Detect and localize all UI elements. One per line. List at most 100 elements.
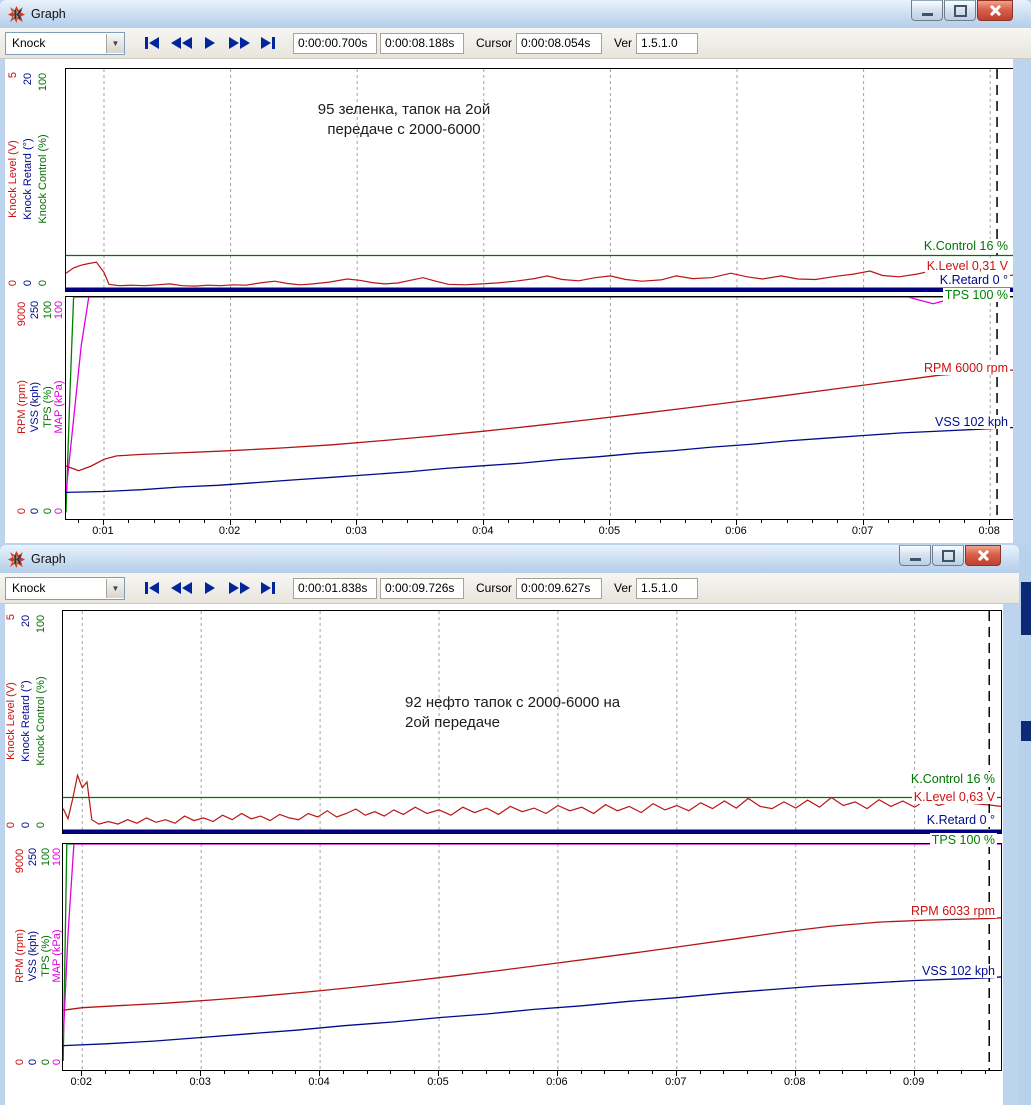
axis-max-value: 100 <box>42 301 54 319</box>
skip-to-start-button[interactable] <box>141 33 163 53</box>
skip-to-end-icon <box>261 582 271 594</box>
view-end-time-field[interactable]: 0:00:08.188s <box>380 33 464 54</box>
axis-label: VSS (kph) <box>29 382 41 432</box>
minor-tick <box>747 1070 748 1074</box>
minor-tick <box>939 519 940 523</box>
speed-plot[interactable] <box>62 843 1002 1071</box>
close-button[interactable] <box>977 0 1013 21</box>
minimize-button[interactable] <box>911 0 943 21</box>
maximize-icon <box>942 550 955 562</box>
channel-select[interactable]: Knock ▼ <box>5 32 125 55</box>
x-tick-label: 0:07 <box>852 525 873 537</box>
axis-min-value: 0 <box>37 280 49 286</box>
skip-to-start-button[interactable] <box>141 578 163 598</box>
minimize-button[interactable] <box>899 545 931 566</box>
minor-tick <box>964 519 965 523</box>
x-tick-label: 0:07 <box>665 1076 686 1088</box>
x-tick-label: 0:08 <box>978 525 999 537</box>
skip-to-start-icon <box>145 37 148 49</box>
maximize-icon <box>954 5 967 17</box>
rewind-icon <box>171 37 181 49</box>
chevron-down-icon[interactable]: ▼ <box>106 34 124 53</box>
knock-plot[interactable] <box>65 68 1015 292</box>
axis-min-value: 0 <box>5 822 17 828</box>
play-button[interactable] <box>199 578 221 598</box>
fast-forward-icon <box>229 37 239 49</box>
annotation-line: 95 зеленка, тапок на 2ой <box>293 100 515 120</box>
minor-tick <box>331 519 332 523</box>
rewind-button[interactable] <box>170 33 192 53</box>
minor-tick <box>533 1070 534 1074</box>
minor-tick <box>509 1070 510 1074</box>
minor-tick <box>890 1070 891 1074</box>
fast-forward-button[interactable] <box>228 578 250 598</box>
minor-tick <box>414 1070 415 1074</box>
app-icon <box>8 6 25 23</box>
axis-min-value: 0 <box>40 1059 52 1065</box>
x-tick-label: 0:04 <box>308 1076 329 1088</box>
maximize-button[interactable] <box>932 545 964 566</box>
axis-min-value: 0 <box>42 508 54 514</box>
axis-max-value: 5 <box>7 72 19 78</box>
axis-min-value: 0 <box>29 508 41 514</box>
x-tick-label: 0:06 <box>546 1076 567 1088</box>
minor-tick <box>812 519 813 523</box>
axis-min-value: 0 <box>7 280 19 286</box>
minor-tick <box>700 1070 701 1074</box>
minor-tick <box>78 519 79 523</box>
channel-select[interactable]: Knock ▼ <box>5 577 125 600</box>
minor-tick <box>367 1070 368 1074</box>
annotation-line: 92 нефто тапок с 2000-6000 на <box>405 693 695 713</box>
minor-tick <box>628 1070 629 1074</box>
close-button[interactable] <box>965 545 1001 566</box>
play-icon <box>205 37 215 49</box>
minor-tick <box>255 519 256 523</box>
minimize-icon <box>922 13 933 16</box>
skip-to-end-button[interactable] <box>257 578 279 598</box>
minor-tick <box>787 519 788 523</box>
minor-tick <box>533 519 534 523</box>
axis-max-value: 100 <box>37 73 49 91</box>
fast-forward-button[interactable] <box>228 33 250 53</box>
speed-plot[interactable] <box>65 296 1015 520</box>
x-tick-label: 0:05 <box>599 525 620 537</box>
minor-tick <box>604 1070 605 1074</box>
maximize-button[interactable] <box>944 0 976 21</box>
view-end-time-field[interactable]: 0:00:09.726s <box>380 578 464 599</box>
app-icon <box>8 551 25 568</box>
series-VSS <box>66 428 1014 493</box>
skip-to-end-button[interactable] <box>257 33 279 53</box>
minor-tick <box>635 519 636 523</box>
minor-tick <box>837 519 838 523</box>
rewind-button[interactable] <box>170 578 192 598</box>
axis-min-value: 0 <box>22 280 34 286</box>
series-RPM <box>63 918 1001 1010</box>
background-navy-block <box>1021 721 1031 741</box>
view-start-time-field[interactable]: 0:00:01.838s <box>293 578 377 599</box>
minor-tick <box>343 1070 344 1074</box>
toolbar: Knock ▼ 0:00:01.838s 0:00:09.726s Cursor… <box>0 573 1019 604</box>
annotation-line: 2ой передаче <box>405 713 695 733</box>
x-tick-label: 0:03 <box>345 525 366 537</box>
axis-label: Knock Level (V) <box>7 140 19 218</box>
annotation-line: передаче с 2000-6000 <box>293 120 515 140</box>
x-tick-label: 0:01 <box>92 525 113 537</box>
axis-label: TPS (%) <box>42 386 54 428</box>
window-title: Graph <box>31 7 66 21</box>
cursor-time-field[interactable]: 0:00:08.054s <box>516 33 602 54</box>
channel-select-value: Knock <box>12 36 45 50</box>
view-start-time-field[interactable]: 0:00:00.700s <box>293 33 377 54</box>
cursor-time-field[interactable]: 0:00:09.627s <box>516 578 602 599</box>
x-tick-label: 0:05 <box>427 1076 448 1088</box>
minor-tick <box>888 519 889 523</box>
graph-window-1: 95 зеленка, тапок на 2ой передаче с 2000… <box>0 0 1031 545</box>
minor-tick <box>154 519 155 523</box>
play-button[interactable] <box>199 33 221 53</box>
minor-tick <box>179 519 180 523</box>
minor-tick <box>711 519 712 523</box>
x-tick-label: 0:09 <box>903 1076 924 1088</box>
skip-to-end-icon <box>261 37 271 49</box>
axis-max-value: 9000 <box>14 848 26 872</box>
annotation: 92 нефто тапок с 2000-6000 на 2ой переда… <box>405 693 695 732</box>
chevron-down-icon[interactable]: ▼ <box>106 579 124 598</box>
